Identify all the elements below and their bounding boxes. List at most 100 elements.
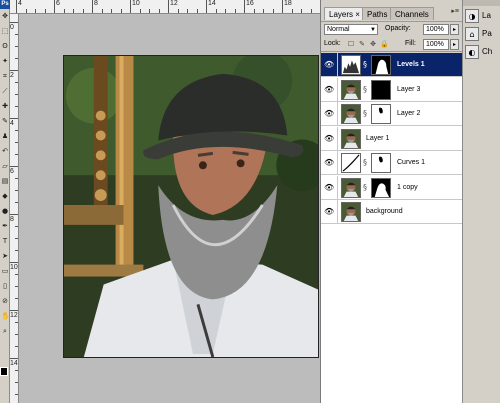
layer-row[interactable]: 👁 § Levels 1 <box>321 53 463 77</box>
lock-all-icon[interactable]: 🔒 <box>380 40 389 48</box>
notes-tool-icon[interactable]: ▯ <box>1 282 9 290</box>
ruler-tick <box>272 9 274 13</box>
lasso-tool-icon[interactable]: ʘ <box>1 42 9 50</box>
layer-mask-thumbnail[interactable] <box>371 153 391 173</box>
visibility-eye-icon[interactable]: 👁 <box>324 85 334 95</box>
visibility-eye-icon[interactable]: 👁 <box>324 60 334 70</box>
ruler-tick <box>10 166 18 167</box>
layer-name[interactable]: Layer 3 <box>397 85 420 95</box>
brush-tool-icon[interactable]: ✎ <box>1 117 9 125</box>
document-canvas-area[interactable] <box>19 15 320 403</box>
slice-tool-icon[interactable]: ⟋ <box>1 87 9 95</box>
ruler-top-label: 4 <box>18 0 22 7</box>
ruler-tick <box>158 9 160 13</box>
layer-name[interactable]: background <box>366 207 403 217</box>
layer-thumbnail[interactable] <box>341 153 361 173</box>
ruler-tick <box>15 142 18 143</box>
blur-tool-icon[interactable]: ◆ <box>1 192 9 200</box>
ruler-tick <box>139 9 141 13</box>
fill-slider-toggle[interactable]: ▸ <box>450 39 459 50</box>
layer-name[interactable]: Levels 1 <box>397 60 425 70</box>
layer-row[interactable]: 👁 Layer 1 <box>321 126 463 151</box>
layer-thumbnail[interactable] <box>341 79 361 100</box>
visibility-eye-icon[interactable]: 👁 <box>324 109 334 119</box>
eyedropper-tool-icon[interactable]: ⊘ <box>1 297 9 305</box>
visibility-eye-icon[interactable]: 👁 <box>324 158 334 168</box>
layer-row[interactable]: 👁 § Layer 2 <box>321 102 463 126</box>
mask-link-chain-icon[interactable]: § <box>363 183 367 193</box>
tab-channels[interactable]: Channels <box>390 7 434 20</box>
marquee-tool-icon[interactable]: ⬚ <box>1 27 9 35</box>
ruler-top-label: 12 <box>170 0 178 7</box>
ruler-tick <box>282 0 283 13</box>
tab-paths[interactable]: Paths <box>362 7 393 20</box>
gradient-tool-icon[interactable]: ▤ <box>1 177 9 185</box>
dock-grip[interactable] <box>463 0 500 6</box>
lock-transparency-icon[interactable]: ☐ <box>347 40 355 48</box>
layer-mask-thumbnail[interactable] <box>371 104 391 124</box>
crop-tool-icon[interactable]: ⌗ <box>1 72 9 80</box>
dodge-tool-icon[interactable]: ● <box>1 207 9 215</box>
dock-channels[interactable]: ◐ Ch <box>465 44 500 60</box>
zoom-tool-icon[interactable]: ⌕ <box>1 327 9 335</box>
ruler-left-label: 2 <box>10 72 14 79</box>
hand-tool-icon[interactable]: ✋ <box>1 312 10 320</box>
type-tool-icon[interactable]: T <box>1 237 9 245</box>
layer-row[interactable]: 👁 § Curves 1 <box>321 151 463 175</box>
fill-input[interactable]: 100% <box>423 39 449 50</box>
visibility-eye-icon[interactable]: 👁 <box>324 207 334 217</box>
layer-thumbnail[interactable] <box>341 202 361 222</box>
layer-thumbnail[interactable] <box>341 128 361 149</box>
move-tool-icon[interactable]: ✥ <box>1 12 9 20</box>
layer-row[interactable]: 👁 § 1 copy <box>321 175 463 200</box>
dock-layers[interactable]: ◑ La <box>465 8 500 24</box>
healing-brush-tool-icon[interactable]: ✚ <box>1 102 9 110</box>
layer-row[interactable]: 👁 background <box>321 200 463 224</box>
ruler-tick <box>15 34 18 35</box>
shape-tool-icon[interactable]: ▭ <box>1 267 9 275</box>
layer-name[interactable]: Layer 2 <box>397 109 420 119</box>
magic-wand-tool-icon[interactable]: ✦ <box>1 57 9 65</box>
mask-link-chain-icon[interactable]: § <box>363 109 367 119</box>
opacity-input[interactable]: 100% <box>423 24 449 35</box>
opacity-slider-toggle[interactable]: ▸ <box>450 24 459 35</box>
layer-name[interactable]: Curves 1 <box>397 158 425 168</box>
layer-mask-thumbnail[interactable] <box>371 177 391 198</box>
ruler-tick <box>101 9 103 13</box>
visibility-eye-icon[interactable]: 👁 <box>324 183 334 193</box>
ruler-tick <box>15 154 18 155</box>
eraser-tool-icon[interactable]: ▱ <box>1 162 9 170</box>
layer-thumbnail[interactable] <box>341 104 361 124</box>
layer-mask-thumbnail[interactable] <box>371 79 391 100</box>
portrait-photo <box>64 56 318 357</box>
tab-layers[interactable]: Layers × <box>324 7 365 20</box>
mask-link-chain-icon[interactable]: § <box>363 85 367 95</box>
ruler-tick <box>177 9 179 13</box>
mask-link-chain-icon[interactable]: § <box>363 158 367 168</box>
panel-menu-icon[interactable]: ▸≡ <box>451 7 459 15</box>
path-selection-tool-icon[interactable]: ➤ <box>1 252 9 260</box>
lock-pixels-icon[interactable]: ✎ <box>358 40 366 48</box>
lock-position-icon[interactable]: ✥ <box>369 40 377 48</box>
layer-thumbnail[interactable] <box>341 55 361 75</box>
lock-fill-row: Lock: ☐ ✎ ✥ 🔒 Fill: 100% ▸ <box>321 37 463 52</box>
clone-stamp-tool-icon[interactable]: ♟ <box>1 132 9 140</box>
layer-name[interactable]: Layer 1 <box>366 134 389 144</box>
foreground-color-swatch[interactable] <box>0 367 8 376</box>
blend-mode-select[interactable]: Normal ▼ <box>324 24 378 35</box>
ruler-left-label: 8 <box>10 216 14 223</box>
layer-row[interactable]: 👁 § Layer 3 <box>321 77 463 102</box>
ruler-tick <box>15 82 18 83</box>
document-image[interactable] <box>63 55 319 358</box>
visibility-eye-icon[interactable]: 👁 <box>324 134 334 144</box>
divider <box>337 126 338 151</box>
mask-link-chain-icon[interactable]: § <box>363 60 367 70</box>
dock-paths[interactable]: ⌂ Pa <box>465 26 500 42</box>
layer-thumbnail[interactable] <box>341 177 361 198</box>
layer-mask-thumbnail[interactable] <box>371 55 391 75</box>
pen-tool-icon[interactable]: ✒ <box>1 222 9 230</box>
layer-name[interactable]: 1 copy <box>397 183 418 193</box>
ruler-tick <box>234 9 236 13</box>
history-brush-tool-icon[interactable]: ↶ <box>1 147 9 155</box>
ruler-tick <box>253 9 255 13</box>
